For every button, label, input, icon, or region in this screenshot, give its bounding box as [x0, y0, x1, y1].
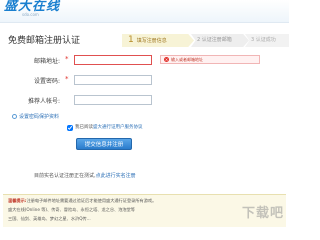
referrer-label: 推荐人帐号: — [27, 98, 60, 105]
agree-text: 我已阅读盛大通行证用户服务协议 — [75, 125, 143, 131]
security-info-link[interactable]: 设置密码保护资料 — [12, 113, 59, 120]
email-error-text: 输入或者邮箱地址 — [171, 57, 203, 62]
step-fill-info: 1 填写注册信息 — [122, 34, 194, 47]
real-name-register-link[interactable]: 点此进行实名注册 — [96, 173, 136, 179]
password-field[interactable] — [74, 75, 152, 85]
notice-text: 注册电子邮件地址需要通过验证后才能使用盛大通行证登录所有游戏。 — [26, 198, 157, 203]
agree-checkbox[interactable] — [67, 125, 73, 131]
step-verify-email: 2 认证注册邮箱 — [191, 34, 249, 47]
service-agreement-link[interactable]: 盛大通行证用户服务协议 — [93, 125, 143, 130]
step-number: 1 — [128, 35, 134, 45]
required-mark: * — [65, 55, 69, 63]
submit-register-button[interactable]: 提交信息并注册 — [76, 138, 132, 150]
required-mark: * — [65, 75, 69, 83]
step-label: 填写注册信息 — [136, 38, 167, 44]
email-field[interactable] — [74, 55, 152, 65]
verify-text: 目前实名认证注册正在测试, — [34, 173, 96, 179]
notice-line: 温馨提示:注册电子邮件地址需要通过验证后才能使用盛大通行证登录所有游戏。 — [8, 198, 156, 204]
password-label: 设置密码: — [33, 78, 60, 85]
watermark: 下载吧 — [242, 206, 285, 221]
notice-line: 盛大在线(Online 等)、传奇、冒险岛、永恒之塔、龙之谷、泡泡堂等 — [8, 207, 135, 212]
page-title: 免费邮箱注册认证 — [8, 36, 81, 46]
shield-icon — [12, 114, 17, 119]
notice-line: 三国、仙剑、英雄岛、梦幻之星、水浒Q传... — [8, 216, 91, 221]
step-verify-success: 3 认证成功 — [245, 34, 289, 47]
agree-prefix: 我已阅读 — [75, 125, 93, 130]
site-logo-sub: sdo.com — [22, 12, 39, 17]
error-icon: × — [164, 57, 169, 62]
notice-heading: 温馨提示: — [8, 198, 27, 203]
email-error-tip: × 输入或者邮箱地址 — [160, 55, 260, 64]
security-link-text: 设置密码保护资料 — [19, 114, 60, 120]
referrer-field[interactable] — [74, 95, 152, 105]
real-name-verify-line: 目前实名认证注册正在测试,点此进行实名注册 — [34, 172, 136, 179]
email-label: 邮箱地址: — [33, 58, 60, 65]
